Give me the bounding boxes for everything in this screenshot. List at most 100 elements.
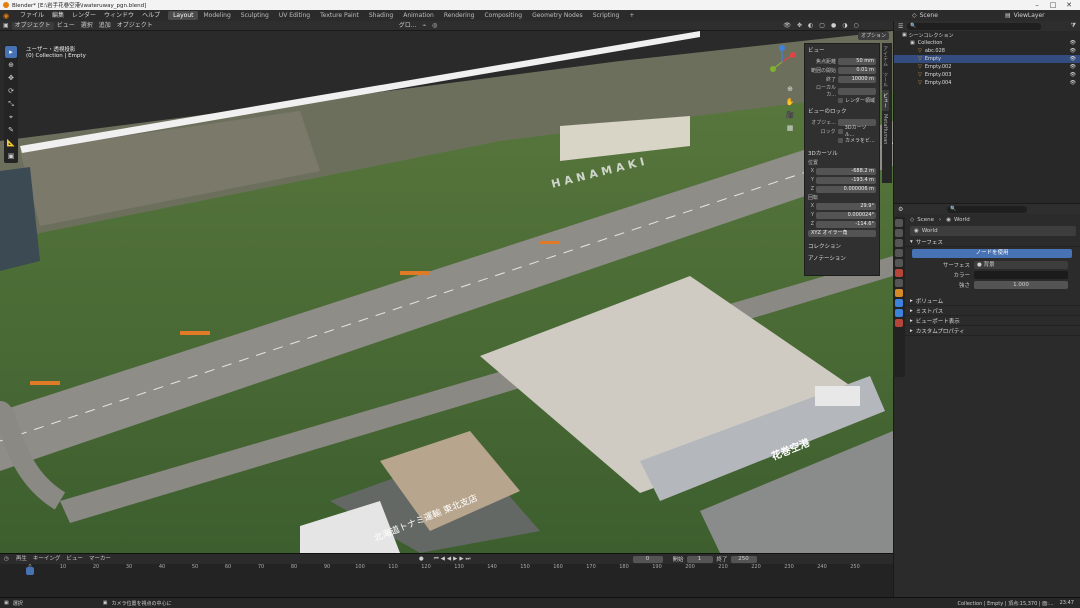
cursor-rot-y-field[interactable]: 0.000024° — [816, 211, 876, 219]
transform-tool-icon[interactable]: ⌖ — [5, 111, 17, 123]
properties-editor-icon[interactable]: ⚙ — [898, 206, 903, 213]
menu-object[interactable]: オブジェクト — [114, 21, 156, 31]
outliner-item[interactable]: ▽ Empty.002 👁 — [894, 63, 1080, 71]
add-workspace-button[interactable]: + — [624, 11, 639, 20]
property-section-header[interactable]: ▸ ビューポート表示 — [894, 316, 1080, 326]
record-icon[interactable]: ● — [419, 556, 424, 562]
viewlayer-selector[interactable]: ▤ ViewLayer — [1005, 11, 1045, 20]
visibility-toggle-icon[interactable]: 👁 — [1070, 64, 1076, 70]
mode-selector[interactable]: オブジェクト — [11, 21, 54, 30]
tab-scripting[interactable]: Scripting — [588, 11, 625, 20]
minimize-icon[interactable]: – — [1030, 0, 1044, 10]
tab-geometry-nodes[interactable]: Geometry Nodes — [527, 11, 588, 20]
property-section-header[interactable]: ▸ ボリューム — [894, 296, 1080, 306]
render-region-checkbox[interactable] — [838, 97, 843, 103]
shading-solid-icon[interactable]: ● — [828, 21, 839, 31]
surface-shader-dropdown[interactable]: ● 背景 — [974, 261, 1068, 269]
tab-sculpting[interactable]: Sculpting — [236, 11, 274, 20]
sidebar-tab-item[interactable]: アイテム — [882, 43, 889, 69]
end-frame-field[interactable]: 250 — [730, 555, 757, 563]
menu-marker[interactable]: マーカー — [86, 554, 114, 564]
viewlayer-tab-icon[interactable] — [895, 249, 903, 257]
strength-field[interactable]: 1.000 — [974, 281, 1068, 289]
use-nodes-button[interactable]: ノードを使用 — [912, 249, 1072, 258]
sidebar-tab-view[interactable]: ビュー — [882, 90, 889, 111]
xray-icon[interactable]: ▢ — [816, 21, 828, 31]
physics-tab-icon[interactable] — [895, 299, 903, 307]
close-icon[interactable]: ✕ — [1062, 0, 1076, 10]
outliner-item[interactable]: ▽ Empty.004 👁 — [894, 79, 1080, 87]
color-swatch[interactable] — [974, 271, 1068, 279]
navigation-gizmo[interactable] — [765, 45, 799, 79]
tab-texture-paint[interactable]: Texture Paint — [315, 11, 364, 20]
constraints-tab-icon[interactable] — [895, 309, 903, 317]
menu-select[interactable]: 選択 — [78, 21, 96, 31]
tab-animation[interactable]: Animation — [398, 11, 439, 20]
annotate-tool-icon[interactable]: ✎ — [5, 124, 17, 136]
local-camera-field[interactable] — [838, 87, 876, 95]
blender-menu-icon[interactable]: ◉ — [3, 12, 13, 20]
clip-start-field[interactable]: 0.01 m — [838, 66, 876, 74]
options-dropdown[interactable]: オプション — [858, 32, 890, 40]
outliner-search-input[interactable]: 🔍 — [907, 22, 1041, 30]
surface-section-header[interactable]: ▾ サーフェス — [894, 237, 1080, 247]
visibility-toggle-icon[interactable]: 👁 — [1070, 80, 1076, 86]
cursor-rot-z-field[interactable]: -114.6° — [816, 220, 876, 228]
cursor-tool-icon[interactable]: ⊕ — [5, 59, 17, 71]
menu-file[interactable]: ファイル — [16, 10, 48, 21]
object-tab-icon[interactable] — [895, 289, 903, 297]
menu-playback[interactable]: 再生 — [13, 554, 30, 564]
start-frame-field[interactable]: 1 — [686, 555, 713, 563]
measure-tool-icon[interactable]: 📐 — [5, 137, 17, 149]
3d-viewport[interactable]: HANAMAKI 北海道トナミ運輸 東北支店 花巻空港 ユーザー・透視投影 (0… — [0, 31, 893, 553]
shading-rendered-icon[interactable]: ○ — [850, 21, 861, 31]
sidebar-tab-tool[interactable]: ツール — [882, 69, 889, 90]
outliner-item[interactable]: ▽ abc.028 👁 — [894, 47, 1080, 55]
tool-tab-icon[interactable] — [895, 219, 903, 227]
add-cube-tool-icon[interactable]: ▣ — [5, 150, 17, 162]
cursor-loc-z-field[interactable]: 0.000006 m — [816, 185, 876, 193]
menu-view[interactable]: ビュー — [54, 21, 78, 31]
property-section-header[interactable]: ▸ カスタムプロパティ — [894, 326, 1080, 336]
clip-end-field[interactable]: 10000 m — [838, 75, 876, 83]
select-tool-icon[interactable]: ▸ — [5, 46, 17, 58]
render-tab-icon[interactable] — [895, 229, 903, 237]
outliner-root[interactable]: ▣ シーンコレクション — [894, 31, 1080, 39]
scene-selector[interactable]: ◇ Scene — [912, 11, 938, 20]
collection-section-header[interactable]: コレクション — [805, 240, 879, 252]
tab-compositing[interactable]: Compositing — [479, 11, 527, 20]
move-tool-icon[interactable]: ✥ — [5, 72, 17, 84]
visibility-toggle-icon[interactable]: 👁 — [1070, 48, 1076, 54]
cursor-rot-x-field[interactable]: 29.9° — [816, 202, 876, 210]
timeline-editor-icon[interactable]: ◷ — [4, 556, 9, 562]
lock-camera-checkbox[interactable] — [838, 137, 843, 143]
frame-ruler[interactable]: 0102030405060708090100110120130140150160… — [28, 564, 893, 572]
pan-icon[interactable]: ✋ — [785, 96, 795, 109]
outliner-editor-icon[interactable]: ☰ — [898, 23, 903, 30]
menu-render[interactable]: レンダー — [68, 10, 100, 21]
outliner-item[interactable]: ▽ Empty.003 👁 — [894, 71, 1080, 79]
scale-tool-icon[interactable]: ⤡ — [5, 98, 17, 110]
visibility-toggle-icon[interactable]: 👁 — [1070, 72, 1076, 78]
tab-rendering[interactable]: Rendering — [439, 11, 480, 20]
scene-tab-icon[interactable] — [895, 259, 903, 267]
tab-shading[interactable]: Shading — [364, 11, 398, 20]
view-section-header[interactable]: ビュー — [805, 44, 879, 56]
playback-controls[interactable]: ⏮◀◀▶▶⏭ — [434, 556, 473, 563]
visibility-toggle-icon[interactable]: 👁 — [1070, 40, 1076, 46]
euler-mode-dropdown[interactable]: XYZ オイラー角 — [808, 229, 876, 237]
outliner-item[interactable]: ▽ Empty 👁 — [894, 55, 1080, 63]
menu-help[interactable]: ヘルプ — [138, 10, 164, 21]
menu-timeline-view[interactable]: ビュー — [63, 554, 86, 564]
tab-uv-editing[interactable]: UV Editing — [274, 11, 315, 20]
tab-layout[interactable]: Layout — [168, 11, 199, 20]
camera-view-icon[interactable]: 🎥 — [785, 109, 795, 122]
properties-search-input[interactable]: 🔍 — [947, 205, 1028, 213]
view-lock-section-header[interactable]: ビューのロック — [805, 105, 879, 117]
proportional-icon[interactable]: ◎ — [429, 21, 440, 31]
focal-length-field[interactable]: 50 mm — [838, 57, 876, 65]
output-tab-icon[interactable] — [895, 239, 903, 247]
rotate-tool-icon[interactable]: ⟳ — [5, 85, 17, 97]
current-frame-field[interactable]: 0 — [632, 555, 663, 563]
visibility-icon[interactable]: 👁 — [780, 21, 794, 31]
